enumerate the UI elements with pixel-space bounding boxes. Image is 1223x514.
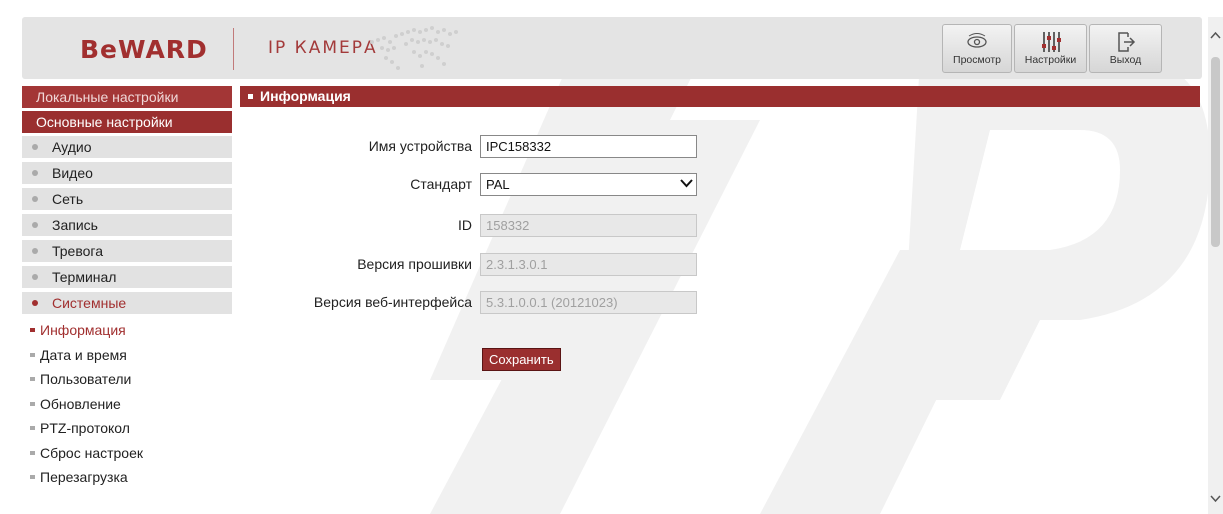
sidebar-item-label: Сеть bbox=[52, 191, 84, 207]
square-bullet-icon bbox=[30, 377, 35, 381]
bullet-icon bbox=[32, 170, 38, 176]
sidebar-item-label: Запись bbox=[52, 217, 98, 233]
subitem-label: Сброс настроек bbox=[40, 444, 144, 461]
subitem-update[interactable]: Обновление bbox=[22, 392, 232, 417]
view-button-label: Просмотр bbox=[953, 54, 1001, 66]
device-name-row: Имя устройства bbox=[240, 135, 940, 159]
logout-icon bbox=[1117, 32, 1135, 52]
bullet-icon bbox=[32, 144, 38, 150]
square-bullet-icon bbox=[30, 426, 35, 430]
logo-divider bbox=[233, 28, 234, 70]
firmware-row: Версия прошивки 2.3.1.3.0.1 bbox=[240, 253, 940, 277]
chevron-down-icon bbox=[680, 179, 693, 188]
world-map-decoration bbox=[370, 26, 458, 70]
sidebar-item-system[interactable]: Системные bbox=[22, 292, 232, 314]
sidebar-item-recording[interactable]: Запись bbox=[22, 214, 232, 236]
device-name-label: Имя устройства bbox=[368, 138, 472, 154]
sidebar-item-label: Системные bbox=[52, 295, 127, 311]
scrollbar-thumb[interactable] bbox=[1211, 57, 1220, 247]
sidebar-item-label: Тревога bbox=[52, 243, 103, 259]
bullet-icon bbox=[32, 300, 38, 306]
id-row: ID 158332 bbox=[240, 214, 940, 238]
view-button[interactable]: Просмотр bbox=[942, 24, 1012, 73]
brand-logo: BeWARD bbox=[80, 35, 208, 64]
web-version-field: 5.3.1.0.0.1 (20121023) bbox=[480, 291, 697, 314]
sidebar-item-label: Аудио bbox=[52, 139, 92, 155]
square-bullet-icon bbox=[30, 328, 35, 332]
bullet-icon bbox=[32, 196, 38, 202]
subitem-label: Пользователи bbox=[40, 371, 132, 387]
scrollbar[interactable] bbox=[1208, 17, 1223, 514]
chevron-up-icon[interactable] bbox=[1210, 31, 1221, 39]
subitem-label: Обновление bbox=[40, 395, 121, 412]
exit-button-label: Выход bbox=[1109, 54, 1142, 66]
square-bullet-icon bbox=[30, 475, 35, 479]
section-title: Информация bbox=[260, 88, 351, 104]
eye-icon bbox=[967, 33, 987, 48]
header-bar: BeWARD IP КАМЕРА Просмотр Настройки Выхо… bbox=[22, 17, 1202, 79]
bullet-icon bbox=[32, 274, 38, 280]
info-form: Имя устройства Стандарт PAL ID 158332 Ве… bbox=[240, 107, 1200, 407]
sidebar-item-audio[interactable]: Аудио bbox=[22, 136, 232, 158]
sidebar-item-alarm[interactable]: Тревога bbox=[22, 240, 232, 262]
device-name-input[interactable] bbox=[480, 135, 697, 158]
standard-select[interactable]: PAL bbox=[480, 173, 697, 196]
exit-button[interactable]: Выход bbox=[1089, 24, 1162, 73]
square-bullet-icon bbox=[30, 450, 35, 455]
id-field: 158332 bbox=[480, 214, 697, 237]
bullet-icon bbox=[32, 222, 38, 228]
subitem-label: Перезагрузка bbox=[40, 469, 128, 485]
sidebar-item-video[interactable]: Видео bbox=[22, 162, 232, 184]
section-title-bar: Информация bbox=[240, 86, 1200, 107]
sidebar-main-settings[interactable]: Основные настройки bbox=[22, 111, 232, 133]
subitem-information[interactable]: Информация bbox=[22, 318, 232, 343]
standard-label: Стандарт bbox=[410, 176, 472, 192]
subitem-users[interactable]: Пользователи bbox=[22, 367, 232, 392]
chevron-down-icon[interactable] bbox=[1210, 495, 1221, 503]
sidebar-item-label: Видео bbox=[52, 165, 93, 181]
id-label: ID bbox=[458, 217, 472, 233]
sidebar: Локальные настройки Основные настройки А… bbox=[22, 86, 232, 490]
subitem-label: Информация bbox=[40, 322, 126, 338]
sidebar-item-label: Терминал bbox=[52, 269, 117, 285]
subitem-date-time[interactable]: Дата и время bbox=[22, 343, 232, 368]
subitem-reboot[interactable]: Перезагрузка bbox=[22, 465, 232, 490]
standard-row: Стандарт PAL bbox=[240, 173, 940, 197]
subitem-label: Дата и время bbox=[40, 346, 127, 363]
subitem-reset[interactable]: Сброс настроек bbox=[22, 441, 232, 466]
sliders-icon bbox=[1041, 32, 1061, 52]
sidebar-local-settings[interactable]: Локальные настройки bbox=[22, 86, 232, 108]
page: BeWARD IP КАМЕРА Просмотр Настройки Выхо… bbox=[0, 0, 1223, 514]
standard-selected-value: PAL bbox=[486, 177, 510, 192]
square-bullet-icon bbox=[30, 352, 35, 357]
save-button[interactable]: Сохранить bbox=[482, 348, 561, 371]
settings-button[interactable]: Настройки bbox=[1014, 24, 1087, 73]
sidebar-item-terminal[interactable]: Терминал bbox=[22, 266, 232, 288]
bullet-icon bbox=[32, 248, 38, 254]
square-bullet-icon bbox=[248, 94, 253, 99]
web-version-row: Версия веб-интерфейса 5.3.1.0.0.1 (20121… bbox=[240, 291, 940, 315]
web-version-label: Версия веб-интерфейса bbox=[313, 294, 472, 310]
firmware-version-field: 2.3.1.3.0.1 bbox=[480, 253, 697, 276]
firmware-label: Версия прошивки bbox=[357, 256, 472, 272]
sidebar-item-network[interactable]: Сеть bbox=[22, 188, 232, 210]
square-bullet-icon bbox=[30, 401, 35, 406]
subitem-ptz-protocol[interactable]: PTZ-протокол bbox=[22, 416, 232, 441]
subitem-label: PTZ-протокол bbox=[40, 420, 130, 436]
settings-button-label: Настройки bbox=[1024, 54, 1077, 66]
